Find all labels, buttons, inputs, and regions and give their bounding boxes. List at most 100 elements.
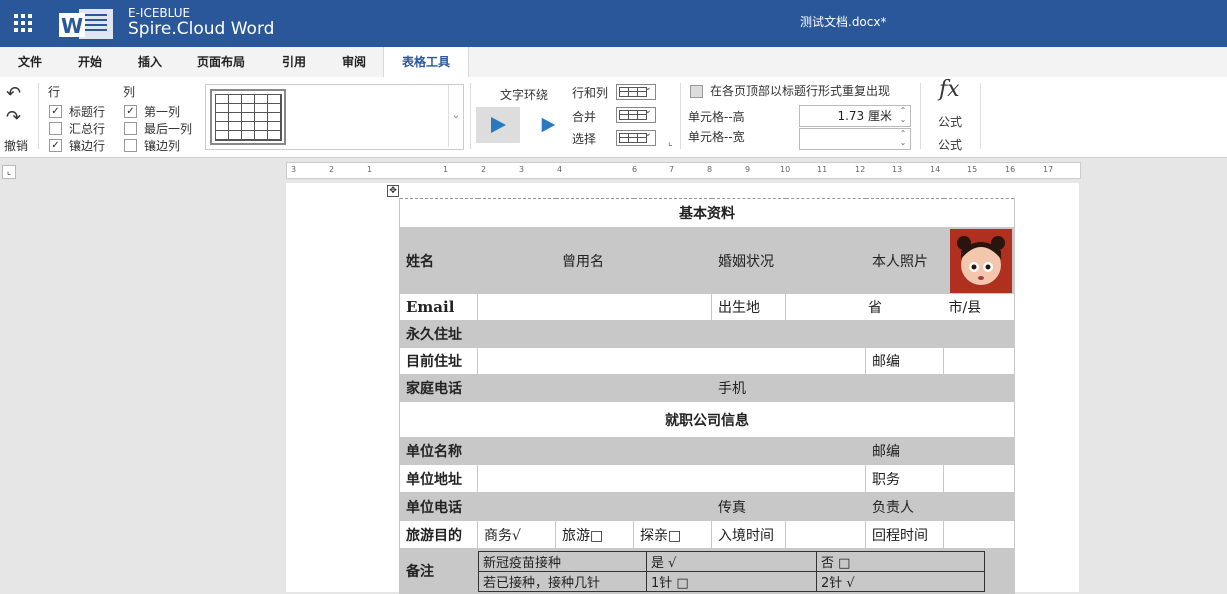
redo-icon[interactable]: ↷	[6, 107, 21, 128]
company-name-cell[interactable]	[477, 437, 866, 465]
marital-cell[interactable]	[785, 227, 866, 294]
photo-label[interactable]: 本人照片	[865, 227, 944, 294]
company-phone-label[interactable]: 单位电话	[399, 492, 478, 521]
horizontal-ruler[interactable]: 3 2 1 1 2 3 4 6 7 8 9 10 11 12 13 14 15 …	[286, 162, 1081, 179]
birthplace-label[interactable]: 出生地	[711, 293, 786, 321]
cell-width-label: 单元格--宽	[688, 130, 745, 144]
perm-address-label[interactable]: 永久住址	[399, 320, 478, 348]
tab-file[interactable]: 文件	[8, 47, 52, 77]
last-col-checkbox[interactable]	[124, 122, 137, 135]
entry-time-cell[interactable]	[785, 520, 866, 549]
cell-width-input[interactable]: ⌃ ⌄	[799, 128, 911, 150]
rows-cols-dropdown[interactable]	[616, 82, 656, 100]
company-address-label[interactable]: 单位地址	[399, 464, 478, 493]
visit-option[interactable]: 探亲□	[633, 520, 712, 549]
fax-cell[interactable]	[785, 492, 866, 521]
spinner-icon[interactable]: ⌃ ⌄	[898, 129, 908, 149]
former-name-cell[interactable]	[633, 227, 712, 294]
divider	[470, 83, 471, 149]
banded-row-checkbox[interactable]: ✓	[49, 139, 62, 152]
manager-cell[interactable]	[943, 492, 1015, 521]
photo-cell[interactable]	[943, 227, 1015, 294]
remarks-label[interactable]: 备注	[399, 548, 478, 594]
one-dose-option[interactable]: 1针 □	[646, 570, 817, 592]
company-postcode-cell[interactable]	[943, 437, 1015, 465]
entry-time-label[interactable]: 入境时间	[711, 520, 786, 549]
name-cell[interactable]	[477, 227, 556, 294]
mobile-label[interactable]: 手机	[711, 374, 786, 402]
undo-icon[interactable]: ↶	[6, 83, 21, 104]
remarks-cell[interactable]: 新冠疫苗接种 是 √ 否 □ 若已接种，接种几针 1针 □ 2针 √	[477, 548, 1015, 594]
email-cell[interactable]	[477, 293, 712, 321]
home-phone-cell[interactable]	[477, 374, 712, 402]
company-phone-cell[interactable]	[477, 492, 712, 521]
banded-col-checkbox[interactable]	[124, 139, 137, 152]
vaccine-table[interactable]: 新冠疫苗接种 是 √ 否 □ 若已接种，接种几针 1针 □ 2针 √	[478, 550, 985, 592]
tab-table-tools[interactable]: 表格工具	[383, 47, 469, 78]
curr-address-cell[interactable]	[477, 347, 866, 375]
formula-icon[interactable]: fx	[939, 77, 960, 102]
vaccine-no[interactable]: 否 □	[816, 550, 985, 572]
formula-button-label[interactable]: 公式	[938, 113, 962, 130]
email-label[interactable]: Email	[399, 293, 478, 321]
document-table[interactable]: 基本资料 姓名 曾用名 婚姻状况 本人照片 Email 出生地 省 市/县 永久…	[399, 198, 1015, 594]
tab-references[interactable]: 引用	[272, 47, 316, 77]
name-label[interactable]: 姓名	[399, 227, 478, 294]
first-col-checkbox[interactable]: ✓	[124, 105, 137, 118]
ruler-tick: 11	[817, 165, 828, 174]
header-row-checkbox[interactable]: ✓	[49, 105, 62, 118]
tab-layout[interactable]: 页面布局	[190, 47, 252, 77]
table-move-icon[interactable]: ✥	[387, 185, 399, 197]
tab-insert[interactable]: 插入	[128, 47, 172, 77]
vaccine-yes[interactable]: 是 √	[646, 550, 817, 572]
curr-address-label[interactable]: 目前住址	[399, 347, 478, 375]
home-phone-label[interactable]: 家庭电话	[399, 374, 478, 402]
wrap-around-button[interactable]	[534, 111, 562, 139]
expand-icon[interactable]: ⌞	[668, 137, 673, 148]
business-option[interactable]: 商务√	[477, 520, 556, 549]
position-cell[interactable]	[943, 464, 1015, 493]
marital-label[interactable]: 婚姻状况	[711, 227, 786, 294]
tourism-option[interactable]: 旅游□	[555, 520, 634, 549]
select-dropdown[interactable]	[616, 128, 656, 146]
company-address-cell[interactable]	[477, 464, 866, 493]
perm-address-cell[interactable]	[477, 320, 1015, 348]
chevron-down-icon[interactable]: ⌄	[448, 85, 463, 147]
two-dose-option[interactable]: 2针 √	[816, 570, 985, 592]
cell-height-input[interactable]: 1.73 厘米 ⌃ ⌄	[799, 105, 911, 127]
postcode-cell[interactable]	[943, 347, 1015, 375]
ribbon: ↶ ↷ 撤销 行 列 ✓ 标题行 汇总行 ✓ 镶边行 ✓ 第一列 最后一列 镶边…	[0, 77, 1227, 158]
spinner-icon[interactable]: ⌃ ⌄	[898, 106, 908, 126]
company-info-title[interactable]: 就职公司信息	[399, 401, 1015, 438]
fax-label[interactable]: 传真	[711, 492, 786, 521]
company-name-label[interactable]: 单位名称	[399, 437, 478, 465]
table-style-thumbnail[interactable]	[210, 89, 286, 145]
birthplace-cell[interactable]: 省 市/县	[785, 293, 1015, 321]
banded-row-label: 镶边行	[69, 139, 106, 153]
position-label[interactable]: 职务	[865, 464, 944, 493]
table-style-gallery[interactable]: ⌄	[205, 84, 464, 150]
merge-dropdown[interactable]	[616, 105, 656, 123]
wrap-inline-button[interactable]	[476, 107, 520, 143]
manager-label[interactable]: 负责人	[865, 492, 944, 521]
tab-home[interactable]: 开始	[68, 47, 112, 77]
doses-question[interactable]: 若已接种，接种几针	[478, 570, 647, 592]
return-time-cell[interactable]	[943, 520, 1015, 549]
divider	[920, 83, 921, 149]
travel-purpose-label[interactable]: 旅游目的	[399, 520, 478, 549]
grid-icon[interactable]	[14, 14, 32, 32]
postcode-label[interactable]: 邮编	[865, 347, 944, 375]
vaccine-label[interactable]: 新冠疫苗接种	[478, 550, 647, 572]
tab-stop-icon[interactable]: ⌞	[2, 165, 16, 179]
col-group-label: 列	[123, 85, 136, 99]
basic-info-title[interactable]: 基本资料	[399, 198, 1015, 228]
first-col-label: 第一列	[144, 105, 181, 119]
former-name-label[interactable]: 曾用名	[555, 227, 634, 294]
repeat-header-checkbox[interactable]	[690, 85, 703, 98]
tab-review[interactable]: 审阅	[332, 47, 376, 77]
company-postcode-label[interactable]: 邮编	[865, 437, 944, 465]
total-row-checkbox[interactable]	[49, 122, 62, 135]
mobile-cell[interactable]	[785, 374, 1015, 402]
return-time-label[interactable]: 回程时间	[865, 520, 944, 549]
ruler-tick: 2	[481, 165, 487, 174]
